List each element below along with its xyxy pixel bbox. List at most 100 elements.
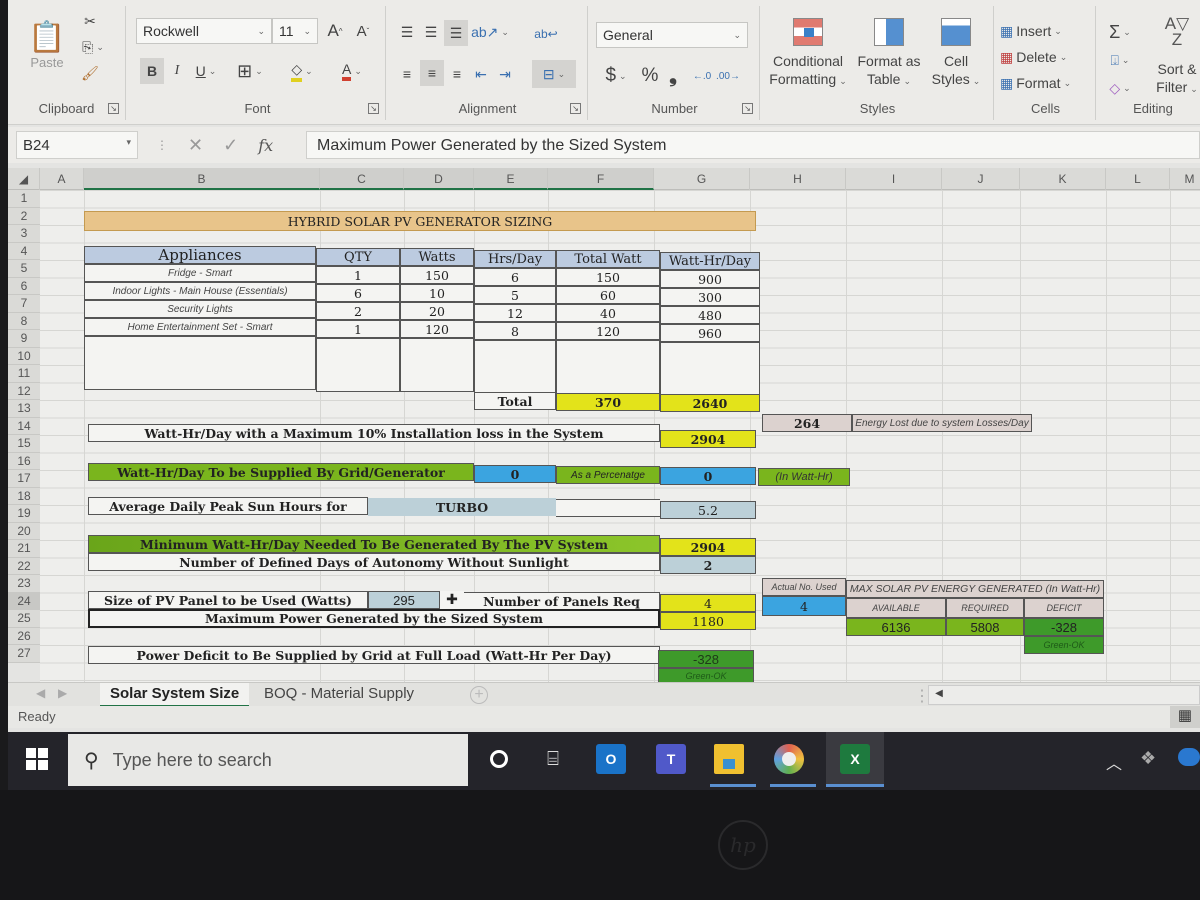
fill-color-button[interactable]: ◇ ⌄ [280, 58, 324, 84]
panels-req-label[interactable]: Number of Panels Req [464, 592, 660, 610]
shrink-font-icon[interactable]: Aˇ [350, 18, 376, 44]
energy-loss-label[interactable]: Energy Lost due to system Losses/Day [852, 414, 1032, 432]
clear-icon[interactable]: ◇ ⌄ [1102, 76, 1138, 100]
row-header[interactable]: 6 [8, 277, 40, 295]
appliance-watts[interactable]: 10 [400, 284, 474, 302]
chrome-icon[interactable] [774, 744, 804, 774]
appliance-wh[interactable]: 300 [660, 288, 760, 306]
energy-status[interactable]: Green-OK [1024, 636, 1104, 654]
deficit-value[interactable]: -328 [658, 650, 754, 668]
col-header-appliances[interactable]: Appliances [84, 246, 316, 264]
font-name-select[interactable]: Rockwell ⌄ [136, 18, 272, 44]
appliance-name[interactable]: Indoor Lights - Main House (Essentials) [84, 282, 316, 300]
cut-icon[interactable]: ✂ [78, 10, 102, 32]
appliance-hrs[interactable]: 12 [474, 304, 556, 322]
taskbar-search-box[interactable]: ⚲ Type here to search [68, 734, 468, 786]
format-button[interactable]: ▦ Format ⌄ [1000, 72, 1090, 94]
appliance-total[interactable]: 40 [556, 304, 660, 322]
format-as-table-button[interactable]: Format as Table ⌄ [854, 12, 924, 102]
row-header[interactable]: 15 [8, 435, 40, 453]
add-sheet-button[interactable]: + [470, 686, 488, 704]
row-header[interactable]: 16 [8, 452, 40, 470]
appliance-wh[interactable]: 480 [660, 306, 760, 324]
orientation-icon[interactable]: ab↗ ⌄ [471, 20, 509, 44]
fill-icon[interactable]: ⍗ ⌄ [1102, 48, 1138, 72]
enter-icon[interactable]: ✓ [223, 135, 238, 156]
appliance-watts[interactable]: 150 [400, 266, 474, 284]
panels-req-value[interactable]: 4 [660, 594, 756, 612]
conditional-formatting-button[interactable]: Conditional Formatting ⌄ [766, 12, 850, 102]
row-header[interactable]: 22 [8, 557, 40, 575]
normal-view-icon[interactable]: ▦ [1170, 706, 1200, 728]
align-center-icon[interactable]: ≡ [420, 60, 444, 86]
appliance-name[interactable]: Fridge - Smart [84, 264, 316, 282]
row-header[interactable]: 3 [8, 225, 40, 243]
sun-hours-value[interactable]: 5.2 [660, 501, 756, 519]
appliance-watts[interactable]: 20 [400, 302, 474, 320]
sheet-title[interactable]: HYBRID SOLAR PV GENERATOR SIZING [84, 211, 756, 231]
sort-filter-button[interactable]: A▽ Z Sort & Filter ⌄ [1146, 15, 1200, 102]
cortana-icon[interactable] [484, 744, 514, 774]
borders-button[interactable]: ⊞ ⌄ [230, 58, 270, 84]
deficit-label[interactable]: Power Deficit to Be Supplied by Grid at … [88, 646, 660, 664]
appliance-total[interactable]: 120 [556, 322, 660, 340]
energy-available-value[interactable]: 6136 [846, 618, 946, 636]
autonomy-label[interactable]: Number of Defined Days of Autonomy Witho… [88, 553, 660, 571]
number-launcher-icon[interactable]: ↘ [742, 103, 753, 114]
total-wh-value[interactable]: 2640 [660, 394, 760, 412]
grid-supply-value[interactable]: 0 [474, 465, 556, 483]
paste-button[interactable]: 📋 Paste [26, 10, 68, 80]
row-header[interactable]: 26 [8, 627, 40, 645]
underline-button[interactable]: U ⌄ [188, 58, 224, 84]
row-header[interactable]: 20 [8, 522, 40, 540]
appliance-qty[interactable]: 2 [316, 302, 400, 320]
grid-supply-label[interactable]: Watt-Hr/Day To be Supplied By Grid/Gener… [88, 463, 474, 481]
min-wh-label[interactable]: Minimum Watt-Hr/Day Needed To Be Generat… [88, 535, 660, 553]
row-header[interactable]: 12 [8, 382, 40, 400]
italic-button[interactable]: I [166, 58, 188, 84]
column-header-corner[interactable]: ◢ [8, 168, 40, 190]
max-power-value[interactable]: 1180 [660, 612, 756, 630]
font-color-button[interactable]: A ⌄ [330, 58, 374, 84]
appliance-total[interactable]: 60 [556, 286, 660, 304]
row-header[interactable]: 1 [8, 190, 40, 208]
empty-cell[interactable] [84, 336, 316, 390]
increase-indent-icon[interactable]: ⇥ [494, 62, 516, 86]
max-power-label[interactable]: Maximum Power Generated by the Sized Sys… [88, 609, 660, 628]
total-label[interactable]: Total [474, 392, 556, 410]
row-header[interactable]: 24 [8, 592, 40, 610]
file-explorer-icon[interactable] [714, 744, 744, 774]
insert-function-button[interactable]: fx [258, 136, 273, 155]
column-header[interactable]: H [750, 168, 846, 190]
col-header-hrs[interactable]: Hrs/Day [474, 250, 556, 268]
row-header[interactable]: 14 [8, 417, 40, 435]
delete-button[interactable]: ▦ Delete ⌄ [1000, 46, 1090, 68]
appliance-hrs[interactable]: 5 [474, 286, 556, 304]
appliance-name[interactable]: Security Lights [84, 300, 316, 318]
panel-size-label[interactable]: Size of PV Panel to be Used (Watts) [88, 591, 368, 609]
col-header-watts[interactable]: Watts [400, 248, 474, 266]
excel-taskbar-item[interactable]: X [826, 732, 884, 787]
align-left-icon[interactable]: ≡ [396, 62, 418, 86]
empty-cell[interactable] [556, 340, 660, 394]
cell-styles-button[interactable]: Cell Styles ⌄ [926, 12, 986, 102]
cancel-icon[interactable]: ✕ [188, 135, 203, 156]
outlook-icon[interactable]: O [596, 744, 626, 774]
tab-boq-material-supply[interactable]: BOQ - Material Supply [254, 683, 424, 707]
appliance-hrs[interactable]: 6 [474, 268, 556, 286]
energy-header-required[interactable]: REQUIRED [946, 598, 1024, 618]
number-format-select[interactable]: General ⌄ [596, 22, 748, 48]
tab-solar-system-size[interactable]: Solar System Size [100, 683, 250, 707]
increase-decimal-icon[interactable]: ←.0 [690, 64, 714, 88]
font-launcher-icon[interactable]: ↘ [368, 103, 379, 114]
column-header[interactable]: D [404, 168, 474, 190]
row-header[interactable]: 13 [8, 400, 40, 418]
insert-button[interactable]: ▦ Insert ⌄ [1000, 20, 1090, 42]
autonomy-value[interactable]: 2 [660, 556, 756, 574]
column-header[interactable]: E [474, 168, 548, 190]
panel-size-value[interactable]: 295 [368, 591, 440, 609]
percentage-value[interactable]: 0 [660, 467, 756, 485]
bold-button[interactable]: B [140, 58, 164, 84]
actual-used-label[interactable]: Actual No. Used [762, 578, 846, 596]
row-header[interactable]: 27 [8, 645, 40, 663]
